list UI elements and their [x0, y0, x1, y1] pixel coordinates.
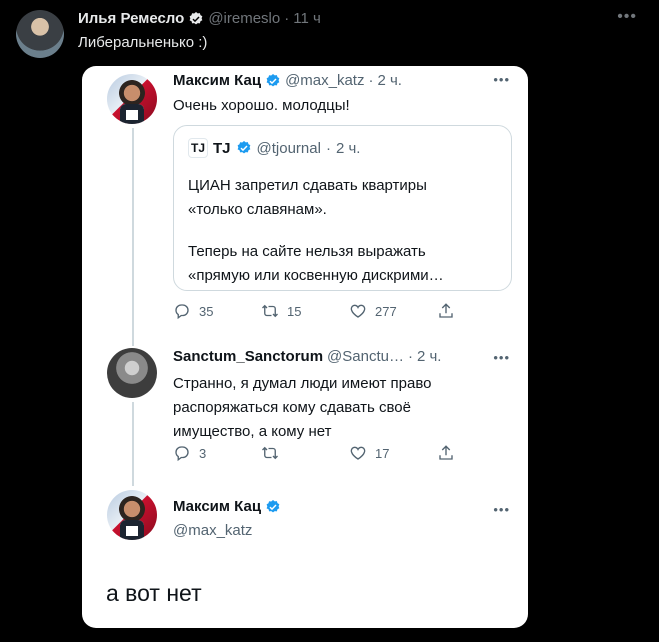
verified-badge-icon [189, 11, 203, 24]
separator-dot: · [325, 139, 331, 157]
embedded-screenshot: Максим Кац @max_katz · 2 ч. ••• Очень хо… [82, 66, 528, 628]
more-options-icon[interactable]: ••• [617, 8, 637, 26]
quoted-timestamp: 2 ч. [335, 139, 361, 157]
quoted-author-handle: @tjournal [256, 139, 321, 157]
avatar[interactable] [107, 74, 157, 124]
tweet-text-line: распоряжаться кому сдавать своё [173, 399, 411, 416]
verified-badge-icon [237, 141, 250, 154]
heart-icon [350, 446, 366, 460]
like-button[interactable]: 277 [349, 302, 437, 320]
tweet-text-line: Странно, я думал люди имеют право [173, 375, 432, 392]
verified-badge-icon [266, 73, 280, 86]
tweet-text: Странно, я думал люди имеют право распор… [173, 372, 432, 444]
author-name[interactable]: Илья Ремесло [78, 10, 184, 27]
reply-button[interactable]: 3 [173, 444, 261, 462]
like-count: 277 [375, 303, 397, 319]
heart-icon [350, 304, 366, 318]
quoted-text-line: Теперь на сайте нельзя выражать [188, 243, 426, 260]
tweet-text: а вот нет [106, 580, 202, 606]
thread-line [132, 128, 134, 346]
tweet-actions: 3 17 [173, 444, 525, 462]
reply-button[interactable]: 35 [173, 302, 261, 320]
author-handle[interactable]: @max_katz [173, 522, 252, 539]
verified-badge-icon [266, 499, 280, 512]
more-options-icon[interactable]: ••• [493, 350, 510, 365]
share-button[interactable] [437, 302, 525, 320]
avatar[interactable] [16, 10, 64, 58]
tweet-text-line: имущество, а кому нет [173, 423, 332, 440]
quoted-text-line: «прямую или косвенную дискрими… [188, 267, 444, 284]
thread-line [132, 402, 134, 486]
quoted-tweet-text: ЦИАН запретил сдавать квартиры «только с… [188, 174, 498, 288]
avatar[interactable] [107, 348, 157, 398]
tweet-header: Sanctum_Sanctorum @Sanctu… · 2 ч. [173, 348, 441, 365]
retweet-count: 15 [287, 303, 302, 319]
author-name[interactable]: Максим Кац [173, 498, 261, 515]
reply-icon [175, 446, 189, 462]
quoted-author-name: TJ [213, 139, 231, 157]
author-name[interactable]: Sanctum_Sanctorum [173, 348, 323, 365]
share-icon [439, 303, 453, 318]
retweet-button[interactable] [261, 444, 349, 462]
timestamp[interactable]: 2 ч. [417, 348, 442, 365]
tweet-header-handle: @max_katz [173, 522, 252, 539]
avatar[interactable] [107, 490, 157, 540]
retweet-button[interactable]: 15 [261, 302, 349, 320]
tweet-actions: 35 15 277 [173, 302, 525, 320]
like-count: 17 [375, 445, 390, 461]
timestamp[interactable]: 2 ч. [377, 72, 402, 89]
quoted-tweet-header: TJ TJ @tjournal · 2 ч. [188, 138, 360, 158]
reply-icon [175, 304, 189, 320]
tweet-text: Очень хорошо. молодцы! [173, 97, 350, 114]
retweet-icon [262, 304, 278, 318]
more-options-icon[interactable]: ••• [493, 502, 510, 517]
tweet-header: Максим Кац @max_katz · 2 ч. [173, 72, 402, 89]
retweet-icon [262, 446, 278, 460]
like-button[interactable]: 17 [349, 444, 437, 462]
quoted-tweet[interactable]: TJ TJ @tjournal · 2 ч. ЦИАН запретил сда… [173, 125, 512, 291]
separator-dot: · [368, 72, 374, 89]
more-options-icon[interactable]: ••• [493, 72, 510, 87]
reply-count: 3 [199, 445, 207, 461]
tweet-header: Илья Ремесло @iremeslo · 11 ч [78, 10, 321, 27]
author-name[interactable]: Максим Кац [173, 72, 261, 89]
author-handle[interactable]: @Sanctu… [327, 348, 404, 365]
quoted-text-line: ЦИАН запретил сдавать квартиры [188, 177, 427, 194]
author-handle[interactable]: @max_katz [285, 72, 364, 89]
tj-logo-icon: TJ [188, 138, 208, 158]
share-button[interactable] [437, 444, 525, 462]
separator-dot: · [284, 10, 290, 27]
tweet-header: Максим Кац [173, 498, 281, 515]
timestamp[interactable]: 11 ч [293, 10, 321, 27]
author-handle[interactable]: @iremeslo [208, 10, 280, 27]
separator-dot: · [407, 348, 413, 365]
quoted-text-line: «только славянам». [188, 201, 327, 218]
reply-count: 35 [199, 303, 214, 319]
share-icon [439, 445, 453, 460]
tweet-text: Либеральненько :) [78, 34, 208, 51]
